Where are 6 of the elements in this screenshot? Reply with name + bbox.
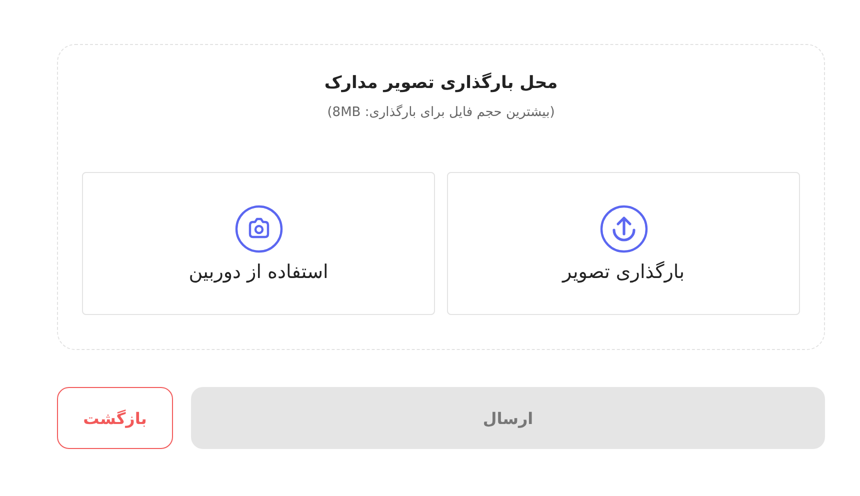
upload-title: محل بارگذاری تصویر مدارک bbox=[324, 73, 558, 93]
camera-option[interactable]: استفاده از دوربین bbox=[82, 172, 435, 315]
camera-icon bbox=[234, 204, 282, 252]
file-size-note: (بیشترین حجم فایل برای بارگذاری: 8MB) bbox=[327, 105, 555, 120]
upload-icon bbox=[600, 204, 648, 252]
upload-option[interactable]: بارگذاری تصویر bbox=[447, 172, 800, 315]
